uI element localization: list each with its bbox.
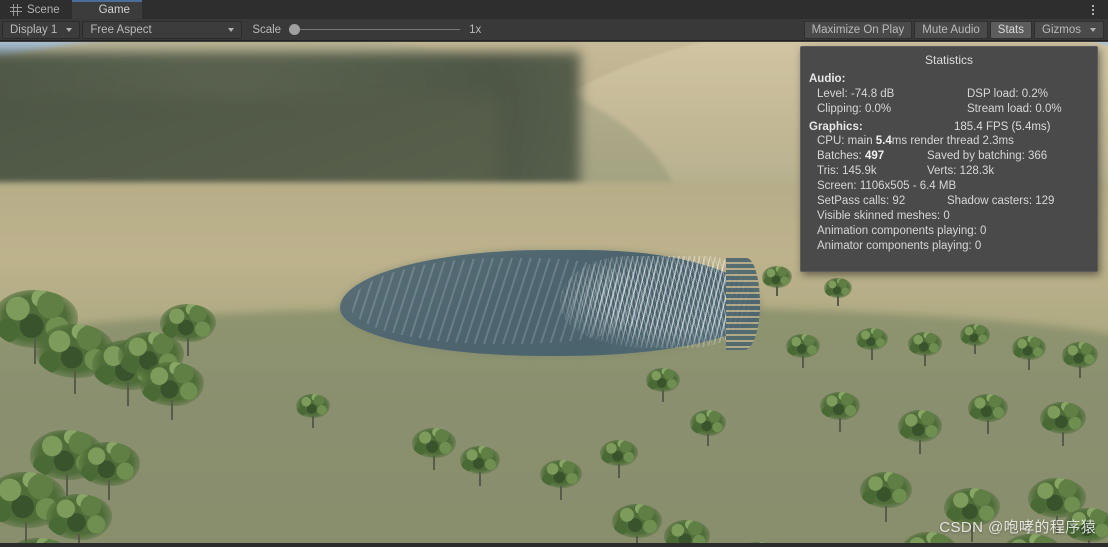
unity-game-view-window: Scene Game Display 1 Free Aspect Scale 1… (0, 0, 1108, 547)
gamepad-icon (82, 4, 94, 16)
chevron-down-icon (228, 27, 235, 32)
tree (78, 442, 140, 500)
tree (412, 428, 456, 470)
audio-section-heading: Audio: (809, 73, 846, 85)
watermark: CSDN @咆哮的程序猿 (939, 519, 1096, 536)
statistics-panel[interactable]: Statistics Audio: Level: -74.8 dB DSP lo… (800, 46, 1098, 272)
tree (296, 394, 330, 428)
scale-slider-knob[interactable] (289, 24, 301, 35)
mute-audio-label: Mute Audio (922, 23, 980, 36)
graphics-verts: Verts: 128.3k (927, 165, 995, 177)
graphics-batches-row: Batches: 497 Saved by batching: 366 (801, 149, 1097, 164)
graphics-cpu-row: CPU: main 5.4ms render thread 2.3ms (801, 134, 1097, 149)
display-dropdown[interactable]: Display 1 (2, 20, 81, 39)
aspect-dropdown[interactable]: Free Aspect (82, 20, 243, 39)
audio-level-row: Level: -74.8 dB DSP load: 0.2% (801, 87, 1097, 102)
tree (820, 392, 860, 432)
statistics-title: Statistics (924, 53, 973, 67)
tree (856, 328, 888, 360)
maximize-on-play-label: Maximize On Play (811, 23, 905, 36)
graphics-cpu-prefix: CPU: main (817, 135, 876, 147)
stats-button[interactable]: Stats (989, 20, 1033, 39)
display-dropdown-label: Display 1 (10, 23, 58, 36)
tree (1012, 336, 1046, 370)
tree (824, 278, 852, 306)
view-bottom-edge (0, 543, 1108, 547)
tree (908, 332, 942, 366)
audio-dsp-load: DSP load: 0.2% (967, 88, 1048, 100)
tab-scene-label: Scene (27, 3, 60, 16)
graphics-tris: Tris: 145.9k (817, 165, 877, 177)
tree (786, 334, 820, 368)
graphics-section-heading: Graphics: (809, 121, 863, 133)
scale-slider-track[interactable] (300, 29, 461, 30)
graphics-skinned-meshes-row: Visible skinned meshes: 0 (817, 210, 950, 222)
tree (968, 394, 1008, 434)
tree (460, 446, 500, 486)
tab-scene[interactable]: Scene (0, 0, 72, 19)
tree (1040, 402, 1086, 446)
mute-audio-button[interactable]: Mute Audio (914, 20, 988, 39)
graphics-batches: Batches: 497 (817, 149, 927, 164)
audio-clipping: Clipping: 0.0% (817, 103, 892, 115)
stats-label: Stats (997, 23, 1025, 36)
chevron-down-icon (66, 27, 73, 32)
tree (690, 410, 726, 446)
tree (612, 504, 662, 547)
tree (646, 368, 680, 402)
tree (860, 472, 912, 522)
graphics-setpass-row: SetPass calls: 92 Shadow casters: 129 (801, 194, 1097, 209)
tree (898, 410, 942, 454)
graphics-batches-prefix: Batches: (817, 150, 865, 162)
scale-value: 1x (469, 23, 482, 36)
tree (1062, 342, 1098, 378)
tab-game-label: Game (98, 3, 130, 16)
graphics-saved-by-batching: Saved by batching: 366 (927, 150, 1048, 162)
game-view-toolbar: Display 1 Free Aspect Scale 1x Maximize … (0, 19, 1108, 41)
chevron-down-icon (1090, 27, 1096, 32)
graphics-shadow-casters: Shadow casters: 129 (947, 195, 1055, 207)
tree (600, 440, 638, 478)
audio-stream-load: Stream load: 0.0% (967, 103, 1062, 115)
lake-specular-highlight (560, 256, 750, 348)
tree (140, 362, 204, 420)
tab-game[interactable]: Game (71, 0, 143, 19)
graphics-section-heading-row: Graphics: 185.4 FPS (5.4ms) (801, 117, 1097, 134)
kebab-menu-icon[interactable] (1083, 0, 1103, 19)
gizmos-label: Gizmos (1042, 23, 1081, 36)
graphics-fps: 185.4 FPS (5.4ms) (954, 121, 1051, 133)
lake-shoreline-edge (726, 258, 760, 350)
aspect-dropdown-label: Free Aspect (90, 23, 152, 36)
graphics-tris-row: Tris: 145.9k Verts: 128.3k (801, 164, 1097, 179)
graphics-cpu-suffix: ms render thread 2.3ms (891, 135, 1014, 147)
tree (960, 324, 990, 354)
tree (160, 304, 216, 356)
tab-bar: Scene Game (0, 0, 1108, 19)
graphics-screen-row: Screen: 1106x505 - 6.4 MB (817, 180, 957, 192)
audio-clipping-row: Clipping: 0.0% Stream load: 0.0% (801, 102, 1097, 117)
grid-icon (10, 3, 22, 16)
graphics-cpu-main-value: 5.4 (875, 135, 892, 147)
maximize-on-play-button[interactable]: Maximize On Play (803, 20, 913, 39)
scale-label: Scale (252, 23, 282, 36)
graphics-animator-components-row: Animator components playing: 0 (817, 240, 982, 252)
tree (762, 266, 792, 296)
graphics-batches-value: 497 (864, 150, 885, 162)
graphics-animation-components-row: Animation components playing: 0 (817, 225, 987, 237)
tree (540, 460, 582, 500)
audio-level: Level: -74.8 dB (817, 88, 895, 100)
scale-slider[interactable] (289, 24, 461, 35)
gizmos-button[interactable]: Gizmos (1034, 20, 1104, 39)
graphics-setpass-calls: SetPass calls: 92 (817, 195, 906, 207)
